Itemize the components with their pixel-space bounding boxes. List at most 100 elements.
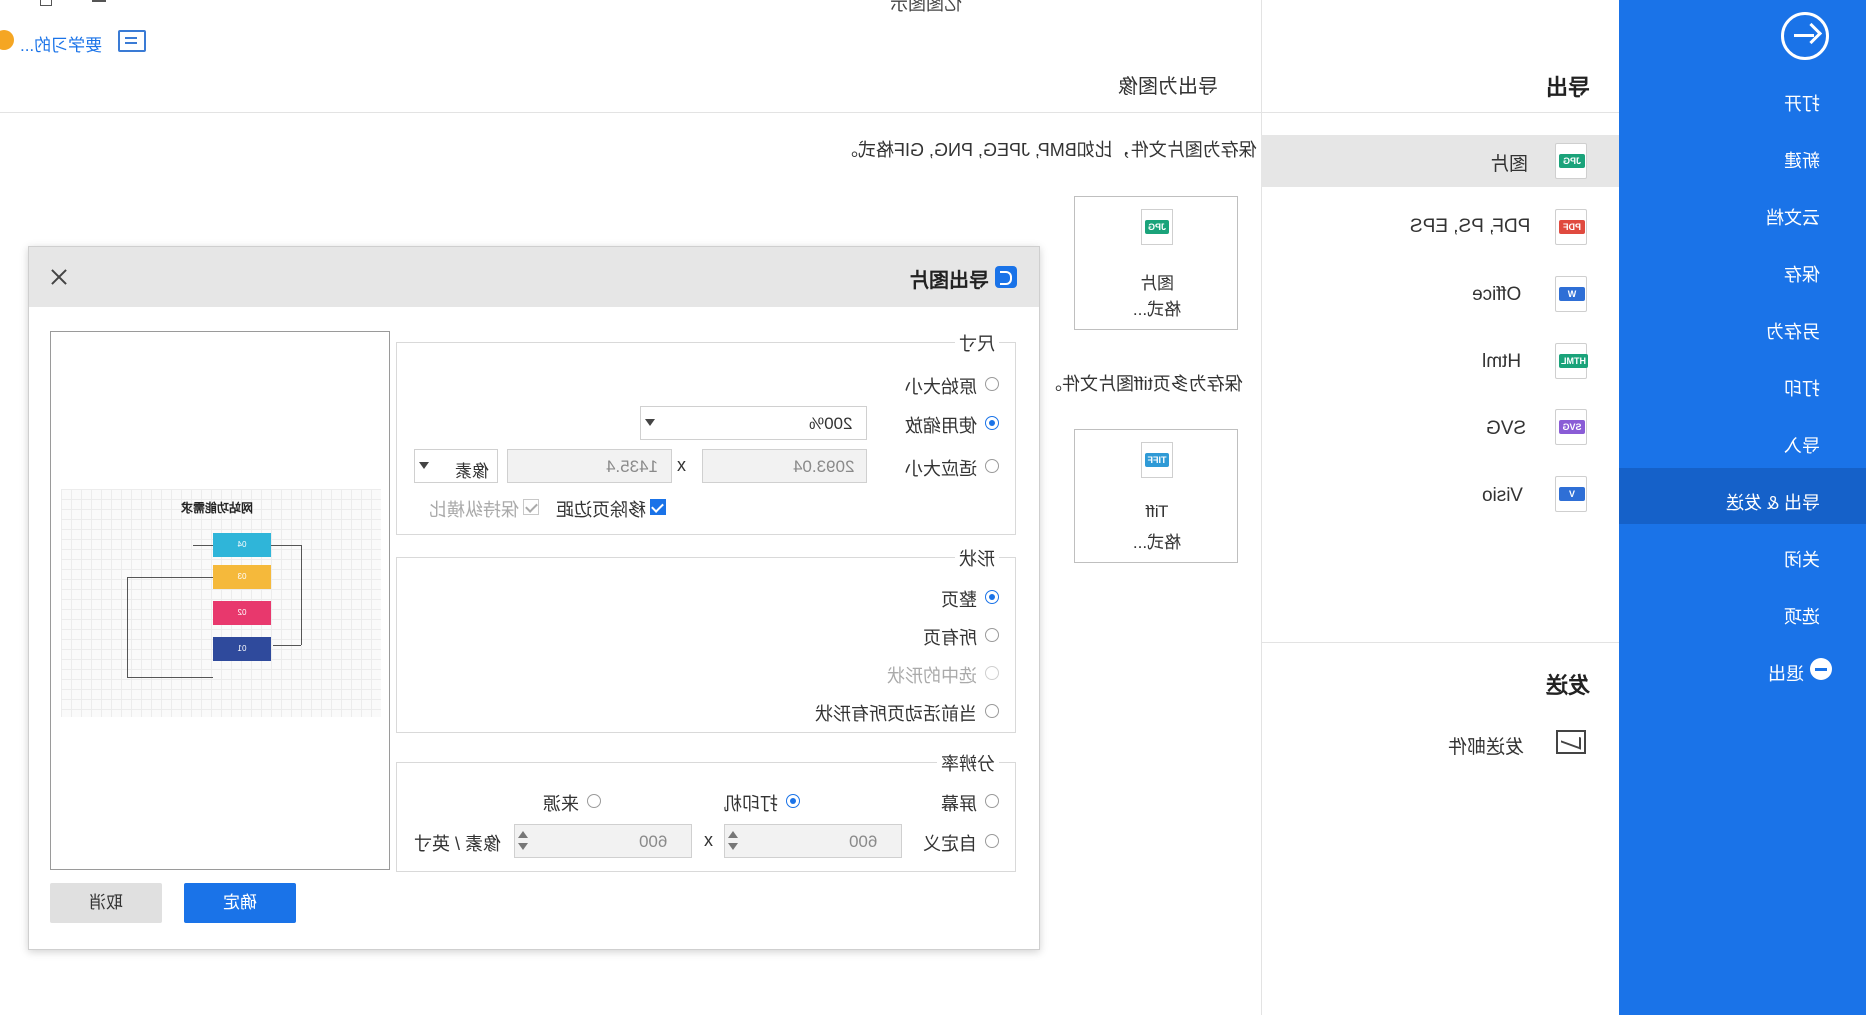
preview-diagram-title: 网站功能需求	[181, 501, 254, 515]
dialog-titlebar[interactable]	[29, 247, 1039, 307]
ok-button[interactable]: 确定	[184, 883, 296, 923]
radio-source[interactable]	[587, 794, 601, 808]
dpi-x-field[interactable]: 600	[724, 824, 902, 858]
keep-ratio-checkbox[interactable]	[523, 499, 539, 515]
send-mail-label: 发送邮件	[1448, 737, 1525, 758]
unit-value: 像素	[455, 462, 489, 481]
sidebar-item-close[interactable]: 关闭	[1784, 546, 1820, 572]
edraw-logo-icon	[995, 266, 1017, 288]
tiff-description: 保存为多页tiff图片文件。	[1044, 374, 1243, 394]
format-label: Visio	[1482, 485, 1523, 506]
radio-printer[interactable]	[786, 794, 800, 808]
format-label: Html	[1482, 351, 1522, 372]
sidebar-item-options[interactable]: 选项	[1784, 603, 1820, 629]
label-source[interactable]: 来源	[543, 790, 579, 816]
label-active-page-shapes[interactable]: 当前活动页所有形状	[815, 700, 977, 726]
notify-text[interactable]: 要学习的...	[20, 31, 102, 56]
label-screen[interactable]: 屏幕	[941, 790, 977, 816]
zoom-select[interactable]: 200%	[640, 406, 867, 440]
format-label: SVG	[1486, 418, 1527, 439]
midcol-top-divider	[1261, 112, 1619, 113]
midcol-divider	[1261, 642, 1619, 643]
word-icon: W	[1555, 276, 1587, 312]
tiff-file-icon: TIFF	[1141, 442, 1173, 478]
visio-icon: V	[1555, 476, 1587, 512]
label-printer[interactable]: 打印机	[724, 790, 778, 816]
radio-zoom[interactable]	[985, 416, 999, 430]
label-whole-page[interactable]: 整页	[941, 586, 977, 612]
size-legend: 尺寸	[955, 330, 999, 356]
remove-margin-checkbox[interactable]	[650, 499, 666, 515]
preview-box: 01	[213, 637, 271, 661]
cancel-button[interactable]: 取消	[50, 883, 162, 923]
send-heading: 发送	[1546, 673, 1591, 698]
chat-icon[interactable]	[118, 30, 146, 52]
label-zoom[interactable]: 使用缩放	[905, 412, 977, 438]
radio-original-size[interactable]	[985, 377, 999, 391]
dpi-unit: 像素 / 英寸	[414, 834, 502, 854]
keep-ratio-label[interactable]: 保持纵横比	[429, 496, 519, 522]
tiff-format-card[interactable]: TIFF Tiff 格式...	[1074, 429, 1238, 563]
arrow-right-circle-icon[interactable]	[1781, 12, 1829, 60]
remove-margin-label[interactable]: 移除页边距	[556, 496, 646, 522]
format-label: Office	[1472, 284, 1522, 305]
sidebar-item-exit[interactable]: 退出	[1768, 660, 1804, 686]
label-selected-shapes[interactable]: 选中的形状	[887, 662, 977, 688]
dpi-x-value: 600	[849, 832, 878, 851]
image-format-card[interactable]: JPG 图片 格式...	[1074, 196, 1238, 330]
format-label: 图片	[1490, 154, 1529, 175]
width-field[interactable]: 2093.04	[702, 449, 867, 483]
card-sub: 格式...	[1132, 533, 1182, 552]
radio-selected-shapes[interactable]	[985, 666, 999, 680]
minimize-icon[interactable]	[92, 0, 106, 2]
card-label: 图片	[1140, 274, 1174, 293]
export-heading: 导出	[1546, 75, 1591, 100]
preview-box: 04	[213, 533, 271, 557]
sidebar-item-import[interactable]: 导入	[1784, 432, 1820, 458]
zoom-value: 200%	[809, 414, 853, 433]
label-custom[interactable]: 自定义	[923, 830, 977, 856]
html-icon: HTML	[1555, 343, 1588, 379]
export-image-dialog: 导出图片 网站功能需求 04 03 02 01 尺寸 原始大小 使用缩放 200…	[28, 246, 1040, 950]
preview-box: 03	[213, 565, 271, 589]
sidebar-item-save[interactable]: 保存	[1784, 261, 1820, 287]
resolution-legend: 分辨率	[937, 750, 999, 776]
pdf-icon: PDF	[1555, 209, 1587, 245]
dpi-y-field[interactable]: 600	[514, 824, 692, 858]
radio-screen[interactable]	[985, 794, 999, 808]
sidebar-item-cloud[interactable]: 云文档	[1766, 204, 1820, 230]
window-title: 亿图图示	[890, 0, 962, 14]
restore-icon[interactable]	[40, 0, 52, 6]
sidebar-item-print[interactable]: 打印	[1784, 375, 1820, 401]
label-fit-size[interactable]: 适应大小	[905, 455, 977, 481]
chevron-down-icon	[419, 462, 429, 469]
width-value: 2093.04	[793, 457, 855, 476]
chevron-down-icon	[645, 419, 655, 426]
page-title: 导出为图像	[1118, 76, 1218, 98]
height-field[interactable]: 1435.4	[507, 449, 672, 483]
card-sub: 格式...	[1132, 300, 1182, 319]
sidebar: 打开 新建 云文档 保存 另存为 打印 导入 导出 & 发送 关闭 选项 退出	[1619, 0, 1866, 1015]
radio-active-page-shapes[interactable]	[985, 704, 999, 718]
radio-whole-page[interactable]	[985, 590, 999, 604]
unit-select[interactable]: 像素	[414, 449, 498, 483]
sidebar-item-save-as[interactable]: 另存为	[1766, 318, 1820, 344]
sidebar-item-export-send[interactable]: 导出 & 发送	[1726, 489, 1820, 515]
sidebar-item-open[interactable]: 打开	[1784, 90, 1820, 116]
dpi-times: x	[704, 830, 713, 850]
dpi-x-spinner[interactable]	[725, 827, 741, 855]
cancel-label: 取消	[89, 893, 123, 912]
preview-box: 02	[213, 601, 271, 625]
sidebar-item-new[interactable]: 新建	[1784, 147, 1820, 173]
preview-diagram: 网站功能需求 04 03 02 01	[61, 489, 381, 717]
radio-all-pages[interactable]	[985, 628, 999, 642]
label-original-size[interactable]: 原始大小	[905, 373, 977, 399]
exit-icon	[1810, 658, 1832, 680]
label-all-pages[interactable]: 所有页	[923, 624, 977, 650]
radio-fit-size[interactable]	[985, 459, 999, 473]
preview-pane: 网站功能需求 04 03 02 01	[50, 331, 390, 870]
jpg-file-icon: JPG	[1141, 209, 1173, 245]
radio-custom[interactable]	[985, 834, 999, 848]
dpi-y-spinner[interactable]	[515, 827, 531, 855]
close-icon[interactable]	[47, 265, 71, 289]
